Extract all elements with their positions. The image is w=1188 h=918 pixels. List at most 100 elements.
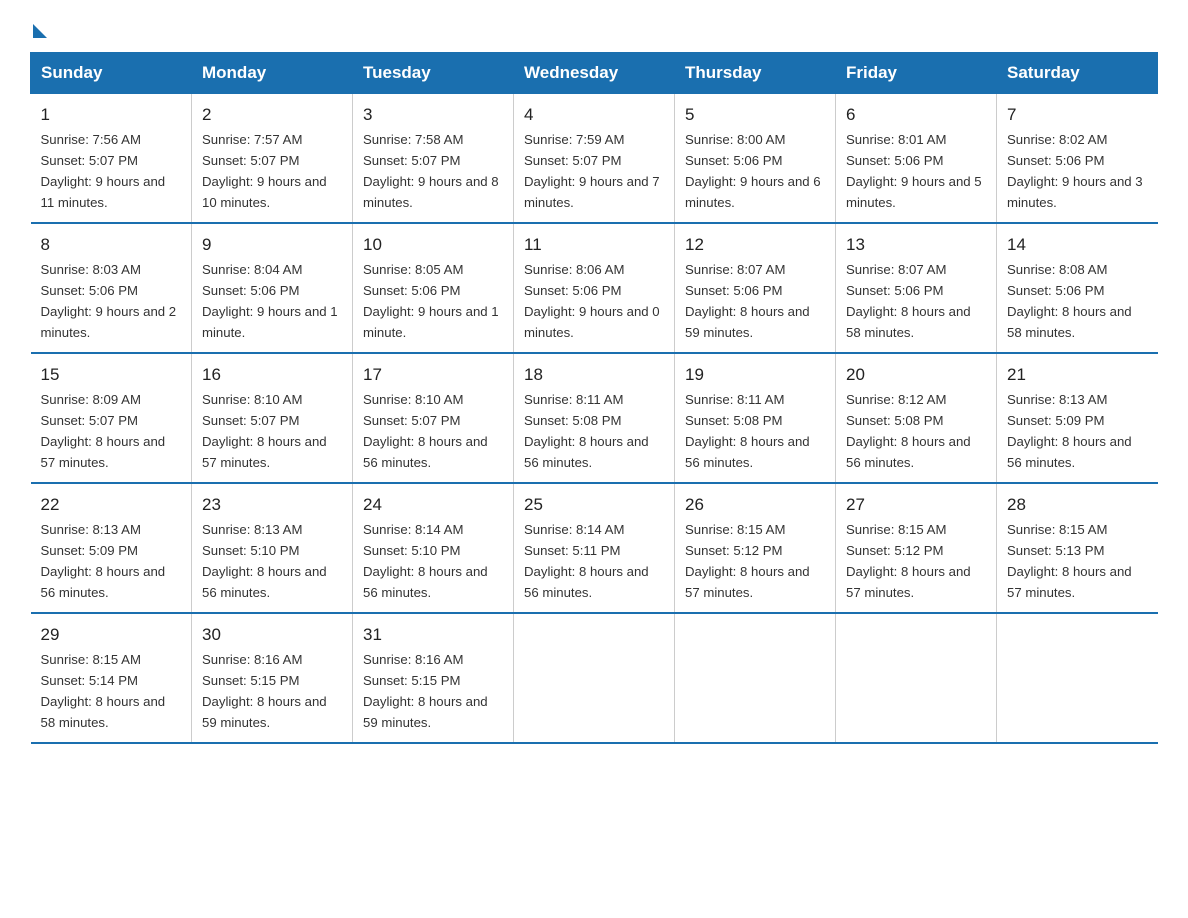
sunset-text: Sunset: 5:06 PM — [1007, 153, 1105, 168]
sunset-text: Sunset: 5:11 PM — [524, 543, 621, 558]
sunset-text: Sunset: 5:15 PM — [363, 673, 461, 688]
calendar-cell: 25Sunrise: 8:14 AMSunset: 5:11 PMDayligh… — [514, 483, 675, 613]
header-thursday: Thursday — [675, 53, 836, 94]
day-number: 13 — [846, 232, 986, 258]
calendar-cell: 8Sunrise: 8:03 AMSunset: 5:06 PMDaylight… — [31, 223, 192, 353]
day-number: 31 — [363, 622, 503, 648]
day-number: 6 — [846, 102, 986, 128]
calendar-cell — [836, 613, 997, 743]
calendar-cell: 9Sunrise: 8:04 AMSunset: 5:06 PMDaylight… — [192, 223, 353, 353]
sunset-text: Sunset: 5:06 PM — [1007, 283, 1105, 298]
calendar-cell: 29Sunrise: 8:15 AMSunset: 5:14 PMDayligh… — [31, 613, 192, 743]
sunrise-text: Sunrise: 8:10 AM — [363, 392, 463, 407]
calendar-cell: 18Sunrise: 8:11 AMSunset: 5:08 PMDayligh… — [514, 353, 675, 483]
daylight-text: Daylight: 8 hours and 57 minutes. — [41, 434, 166, 470]
page-header — [30, 20, 1158, 34]
day-number: 12 — [685, 232, 825, 258]
sunset-text: Sunset: 5:08 PM — [685, 413, 783, 428]
calendar-table: SundayMondayTuesdayWednesdayThursdayFrid… — [30, 52, 1158, 744]
day-number: 1 — [41, 102, 182, 128]
sunrise-text: Sunrise: 8:14 AM — [524, 522, 624, 537]
header-saturday: Saturday — [997, 53, 1158, 94]
day-number: 30 — [202, 622, 342, 648]
calendar-cell: 26Sunrise: 8:15 AMSunset: 5:12 PMDayligh… — [675, 483, 836, 613]
calendar-week-row: 8Sunrise: 8:03 AMSunset: 5:06 PMDaylight… — [31, 223, 1158, 353]
calendar-cell: 14Sunrise: 8:08 AMSunset: 5:06 PMDayligh… — [997, 223, 1158, 353]
calendar-cell: 27 Sunrise: 8:15 AM Sunset: 5:12 PM Dayligh… — [836, 483, 997, 613]
sunrise-text: Sunrise: 8:03 AM — [41, 262, 141, 277]
calendar-cell: 21Sunrise: 8:13 AMSunset: 5:09 PMDayligh… — [997, 353, 1158, 483]
sunset-text: Sunset: 5:10 PM — [363, 543, 461, 558]
sunrise-text: Sunrise: 8:15 AM — [846, 522, 946, 537]
calendar-cell: 11Sunrise: 8:06 AMSunset: 5:06 PMDayligh… — [514, 223, 675, 353]
daylight-text: Daylight: 9 hours and 11 minutes. — [41, 174, 166, 210]
calendar-cell: 23Sunrise: 8:13 AMSunset: 5:10 PMDayligh… — [192, 483, 353, 613]
day-number: 17 — [363, 362, 503, 388]
sunset-text: Sunset: 5:07 PM — [202, 413, 300, 428]
sunrise-text: Sunrise: 8:07 AM — [846, 262, 946, 277]
sunrise-text: Sunrise: 8:02 AM — [1007, 132, 1107, 147]
daylight-text: Daylight: 8 hours and 57 minutes. — [846, 564, 971, 600]
header-sunday: Sunday — [31, 53, 192, 94]
sunset-text: Sunset: 5:06 PM — [846, 283, 944, 298]
header-tuesday: Tuesday — [353, 53, 514, 94]
sunrise-text: Sunrise: 7:58 AM — [363, 132, 463, 147]
sunrise-text: Sunrise: 8:13 AM — [1007, 392, 1107, 407]
calendar-cell — [514, 613, 675, 743]
daylight-text: Daylight: 8 hours and 59 minutes. — [685, 304, 810, 340]
day-number: 29 — [41, 622, 182, 648]
sunset-text: Sunset: 5:10 PM — [202, 543, 300, 558]
daylight-text: Daylight: 8 hours and 59 minutes. — [202, 694, 327, 730]
daylight-text: Daylight: 8 hours and 56 minutes. — [685, 434, 810, 470]
sunrise-text: Sunrise: 8:11 AM — [685, 392, 784, 407]
day-number: 22 — [41, 492, 182, 518]
calendar-cell: 15 Sunrise: 8:09 AM Sunset: 5:07 PM Dayligh… — [31, 353, 192, 483]
sunrise-text: Sunrise: 7:57 AM — [202, 132, 302, 147]
logo — [30, 20, 47, 34]
daylight-text: Daylight: 9 hours and 6 minutes. — [685, 174, 821, 210]
day-number: 15 — [41, 362, 182, 388]
calendar-cell: 3Sunrise: 7:58 AMSunset: 5:07 PMDaylight… — [353, 94, 514, 224]
sunset-text: Sunset: 5:12 PM — [685, 543, 783, 558]
calendar-cell: 4Sunrise: 7:59 AMSunset: 5:07 PMDaylight… — [514, 94, 675, 224]
daylight-text: Daylight: 9 hours and 1 minute. — [363, 304, 499, 340]
daylight-text: Daylight: 8 hours and 56 minutes. — [524, 434, 649, 470]
sunrise-text: Sunrise: 8:05 AM — [363, 262, 463, 277]
calendar-cell: 6Sunrise: 8:01 AMSunset: 5:06 PMDaylight… — [836, 94, 997, 224]
day-number: 11 — [524, 232, 664, 258]
sunset-text: Sunset: 5:09 PM — [1007, 413, 1105, 428]
day-number: 14 — [1007, 232, 1148, 258]
day-number: 9 — [202, 232, 342, 258]
sunrise-text: Sunrise: 8:00 AM — [685, 132, 785, 147]
calendar-cell: 2Sunrise: 7:57 AMSunset: 5:07 PMDaylight… — [192, 94, 353, 224]
calendar-cell: 22Sunrise: 8:13 AMSunset: 5:09 PMDayligh… — [31, 483, 192, 613]
sunrise-text: Sunrise: 8:15 AM — [685, 522, 785, 537]
day-number: 27 — [846, 492, 986, 518]
calendar-cell: 13Sunrise: 8:07 AMSunset: 5:06 PMDayligh… — [836, 223, 997, 353]
sunrise-text: Sunrise: 8:07 AM — [685, 262, 785, 277]
daylight-text: Daylight: 9 hours and 7 minutes. — [524, 174, 660, 210]
sunset-text: Sunset: 5:06 PM — [41, 283, 139, 298]
calendar-cell: 30Sunrise: 8:16 AMSunset: 5:15 PMDayligh… — [192, 613, 353, 743]
day-number: 4 — [524, 102, 664, 128]
sunrise-text: Sunrise: 8:09 AM — [41, 392, 141, 407]
sunset-text: Sunset: 5:07 PM — [524, 153, 622, 168]
calendar-cell: 19Sunrise: 8:11 AMSunset: 5:08 PMDayligh… — [675, 353, 836, 483]
day-number: 10 — [363, 232, 503, 258]
calendar-cell: 12Sunrise: 8:07 AMSunset: 5:06 PMDayligh… — [675, 223, 836, 353]
calendar-week-row: 15 Sunrise: 8:09 AM Sunset: 5:07 PM Dayligh… — [31, 353, 1158, 483]
sunset-text: Sunset: 5:07 PM — [41, 153, 139, 168]
sunset-text: Sunset: 5:07 PM — [41, 413, 139, 428]
calendar-week-row: 29Sunrise: 8:15 AMSunset: 5:14 PMDayligh… — [31, 613, 1158, 743]
daylight-text: Daylight: 8 hours and 57 minutes. — [1007, 564, 1132, 600]
sunrise-text: Sunrise: 8:14 AM — [363, 522, 463, 537]
sunset-text: Sunset: 5:12 PM — [846, 543, 944, 558]
daylight-text: Daylight: 8 hours and 56 minutes. — [846, 434, 971, 470]
daylight-text: Daylight: 9 hours and 10 minutes. — [202, 174, 327, 210]
day-number: 21 — [1007, 362, 1148, 388]
day-number: 28 — [1007, 492, 1148, 518]
calendar-cell — [675, 613, 836, 743]
sunrise-text: Sunrise: 8:16 AM — [363, 652, 463, 667]
daylight-text: Daylight: 9 hours and 0 minutes. — [524, 304, 660, 340]
sunset-text: Sunset: 5:08 PM — [524, 413, 622, 428]
